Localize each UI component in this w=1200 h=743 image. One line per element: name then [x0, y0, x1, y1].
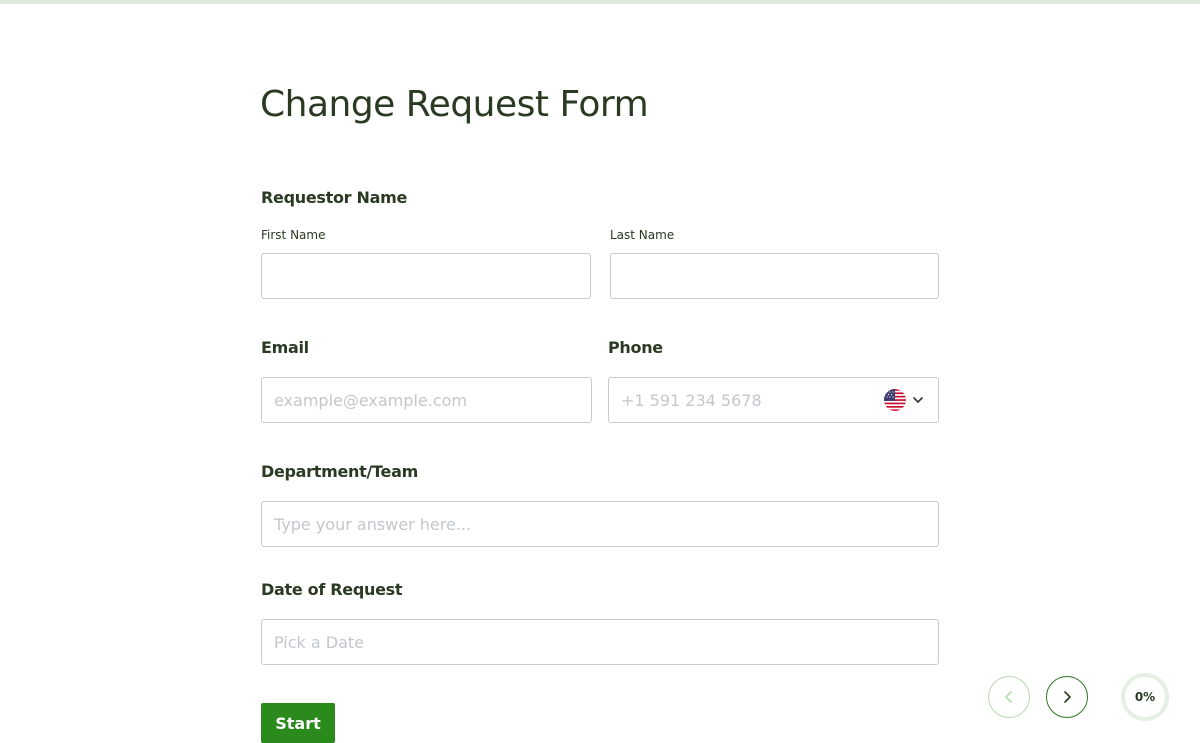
us-flag-icon	[884, 389, 906, 411]
phone-field	[608, 377, 939, 423]
first-name-label: First Name	[261, 228, 326, 242]
phone-label: Phone	[608, 338, 663, 357]
email-input[interactable]	[261, 377, 592, 423]
date-of-request-label: Date of Request	[261, 580, 403, 599]
top-progress-bar	[0, 0, 1200, 4]
last-name-input[interactable]	[610, 253, 939, 299]
progress-indicator: 0%	[1120, 672, 1170, 722]
email-label: Email	[261, 338, 309, 357]
progress-percent: 0%	[1134, 690, 1156, 704]
phone-input[interactable]	[609, 378, 869, 422]
last-name-label: Last Name	[610, 228, 675, 242]
first-name-input[interactable]	[261, 253, 591, 299]
date-picker-input[interactable]	[261, 619, 939, 665]
next-button[interactable]	[1046, 676, 1088, 718]
chevron-left-icon	[1005, 691, 1012, 703]
department-input[interactable]	[261, 501, 939, 547]
previous-button[interactable]	[988, 676, 1030, 718]
start-button[interactable]: Start	[261, 703, 335, 743]
chevron-right-icon	[1064, 691, 1071, 703]
chevron-down-icon	[913, 397, 923, 403]
requestor-name-label: Requestor Name	[261, 188, 408, 207]
country-code-select[interactable]	[884, 388, 930, 412]
department-label: Department/Team	[261, 462, 418, 481]
page-title: Change Request Form	[260, 84, 649, 125]
